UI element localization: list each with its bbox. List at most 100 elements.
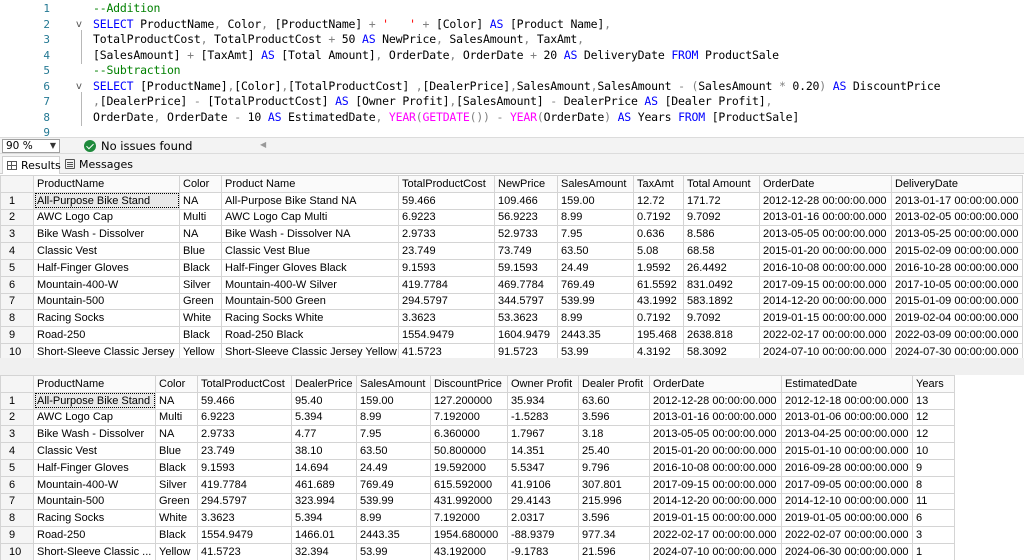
row-number[interactable]: 5: [0, 458, 34, 477]
column-header[interactable]: TotalProductCost: [398, 175, 495, 193]
column-header[interactable]: DealerPrice: [291, 375, 357, 393]
row-number[interactable]: 7: [0, 492, 34, 511]
column-header[interactable]: NewPrice: [494, 175, 558, 193]
table-cell[interactable]: 23.749: [197, 442, 292, 460]
table-cell[interactable]: 2024-07-10 00:00:00.000: [649, 542, 782, 560]
table-cell[interactable]: 419.7784: [398, 275, 495, 294]
table-cell[interactable]: 769.49: [557, 275, 634, 294]
table-cell[interactable]: 24.49: [557, 258, 634, 277]
table-cell[interactable]: 63.60: [578, 391, 650, 410]
table-cell[interactable]: 7.192000: [430, 408, 508, 427]
table-cell[interactable]: 9: [912, 458, 955, 477]
table-cell[interactable]: 1466.01: [291, 526, 357, 544]
row-number[interactable]: 4: [0, 242, 34, 260]
table-cell[interactable]: Racing Socks White: [221, 309, 399, 328]
column-header[interactable]: ProductName: [33, 175, 180, 193]
table-cell[interactable]: 2013-01-17 00:00:00.000: [891, 191, 1023, 210]
table-cell[interactable]: Blue: [179, 242, 222, 260]
table-cell[interactable]: 63.50: [557, 242, 634, 260]
table-cell[interactable]: 0.7192: [633, 309, 684, 328]
table-cell[interactable]: Classic Vest: [33, 242, 180, 260]
table-cell[interactable]: Bike Wash - Dissolver: [33, 425, 156, 444]
column-header[interactable]: OrderDate: [759, 175, 892, 193]
table-cell[interactable]: 4.77: [291, 425, 357, 444]
table-cell[interactable]: 9.7092: [683, 208, 760, 227]
table-cell[interactable]: 68.58: [683, 242, 760, 260]
table-cell[interactable]: Bike Wash - Dissolver NA: [221, 225, 399, 244]
table-cell[interactable]: Black: [179, 326, 222, 344]
table-cell[interactable]: 2016-10-08 00:00:00.000: [759, 258, 892, 277]
table-cell[interactable]: 19.592000: [430, 458, 508, 477]
table-cell[interactable]: 615.592000: [430, 475, 508, 494]
table-cell[interactable]: 2013-01-16 00:00:00.000: [649, 408, 782, 427]
column-header[interactable]: SalesAmount: [557, 175, 634, 193]
table-row[interactable]: 9 Road-250 Black 1554.9479 1466.01 2443.35 195…: [0, 526, 955, 544]
table-cell[interactable]: 2019-02-04 00:00:00.000: [891, 309, 1023, 328]
table-cell[interactable]: 6.360000: [430, 425, 508, 444]
code-line[interactable]: 5 --Subtraction: [0, 63, 1024, 79]
table-cell[interactable]: NA: [179, 225, 222, 244]
table-cell[interactable]: 41.5723: [197, 542, 292, 560]
table-cell[interactable]: 2012-12-28 00:00:00.000: [649, 391, 782, 410]
table-cell[interactable]: 583.1892: [683, 292, 760, 311]
table-row[interactable]: 4 Classic Vest Blue 23.749 38.10 63.50 50.8000…: [0, 442, 955, 460]
table-cell[interactable]: 9.1593: [197, 458, 292, 477]
table-cell[interactable]: 2019-01-15 00:00:00.000: [759, 309, 892, 328]
table-cell[interactable]: NA: [179, 191, 222, 210]
table-cell[interactable]: Half-Finger Gloves: [33, 458, 156, 477]
table-cell[interactable]: 2.9733: [197, 425, 292, 444]
row-number[interactable]: 9: [0, 326, 34, 344]
column-header[interactable]: EstimatedDate: [781, 375, 913, 393]
table-cell[interactable]: 29.4143: [507, 492, 579, 511]
row-number[interactable]: 3: [0, 425, 34, 444]
table-cell[interactable]: 831.0492: [683, 275, 760, 294]
table-cell[interactable]: 61.5592: [633, 275, 684, 294]
table-cell[interactable]: 2016-09-28 00:00:00.000: [781, 458, 913, 477]
table-cell[interactable]: 2013-04-25 00:00:00.000: [781, 425, 913, 444]
column-header[interactable]: Dealer Profit: [578, 375, 650, 393]
row-number[interactable]: 8: [0, 509, 34, 528]
table-cell[interactable]: All-Purpose Bike Stand NA: [221, 191, 399, 210]
table-cell[interactable]: 2013-02-05 00:00:00.000: [891, 208, 1023, 227]
code-line[interactable]: 8 OrderDate, OrderDate - 10 AS EstimatedD…: [0, 110, 1024, 126]
table-cell[interactable]: 12.72: [633, 191, 684, 210]
table-cell[interactable]: 2014-12-10 00:00:00.000: [781, 492, 913, 511]
table-row[interactable]: 5 Half-Finger Gloves Black Half-Finger Glov…: [0, 258, 1023, 277]
table-row[interactable]: 2 AWC Logo Cap Multi AWC Logo Cap Multi 6.92…: [0, 208, 1023, 227]
table-cell[interactable]: White: [179, 309, 222, 328]
table-cell[interactable]: 59.1593: [494, 258, 558, 277]
table-cell[interactable]: 1.7967: [507, 425, 579, 444]
table-cell[interactable]: 469.7784: [494, 275, 558, 294]
table-cell[interactable]: 5.08: [633, 242, 684, 260]
column-header[interactable]: SalesAmount: [356, 375, 431, 393]
column-header[interactable]: Color: [155, 375, 198, 393]
table-row[interactable]: 7 Mountain-500 Green Mountain-500 Green 294.…: [0, 292, 1023, 311]
table-cell[interactable]: 159.00: [356, 391, 431, 410]
table-cell[interactable]: 3: [912, 526, 955, 544]
table-cell[interactable]: 539.99: [356, 492, 431, 511]
table-cell[interactable]: 14.694: [291, 458, 357, 477]
table-cell[interactable]: 38.10: [291, 442, 357, 460]
table-cell[interactable]: Road-250: [33, 526, 156, 544]
table-cell[interactable]: 2017-09-15 00:00:00.000: [759, 275, 892, 294]
table-cell[interactable]: 73.749: [494, 242, 558, 260]
column-header[interactable]: Years: [912, 375, 955, 393]
table-cell[interactable]: 307.801: [578, 475, 650, 494]
table-cell[interactable]: 9.7092: [683, 309, 760, 328]
table-cell[interactable]: 2015-02-09 00:00:00.000: [891, 242, 1023, 260]
table-cell[interactable]: 2012-12-28 00:00:00.000: [759, 191, 892, 210]
row-number[interactable]: 2: [0, 408, 34, 427]
table-row[interactable]: 4 Classic Vest Blue Classic Vest Blue 23.749…: [0, 242, 1023, 260]
table-cell[interactable]: Half-Finger Gloves Black: [221, 258, 399, 277]
column-header[interactable]: TotalProductCost: [197, 375, 292, 393]
tab-messages[interactable]: Messages: [61, 156, 133, 174]
table-cell[interactable]: 32.394: [291, 542, 357, 560]
table-cell[interactable]: 215.996: [578, 492, 650, 511]
table-cell[interactable]: 195.468: [633, 326, 684, 344]
table-cell[interactable]: 59.466: [197, 391, 292, 410]
row-number[interactable]: 6: [0, 275, 34, 294]
table-cell[interactable]: 25.40: [578, 442, 650, 460]
table-cell[interactable]: -88.9379: [507, 526, 579, 544]
table-cell[interactable]: 53.3623: [494, 309, 558, 328]
table-cell[interactable]: 3.596: [578, 509, 650, 528]
